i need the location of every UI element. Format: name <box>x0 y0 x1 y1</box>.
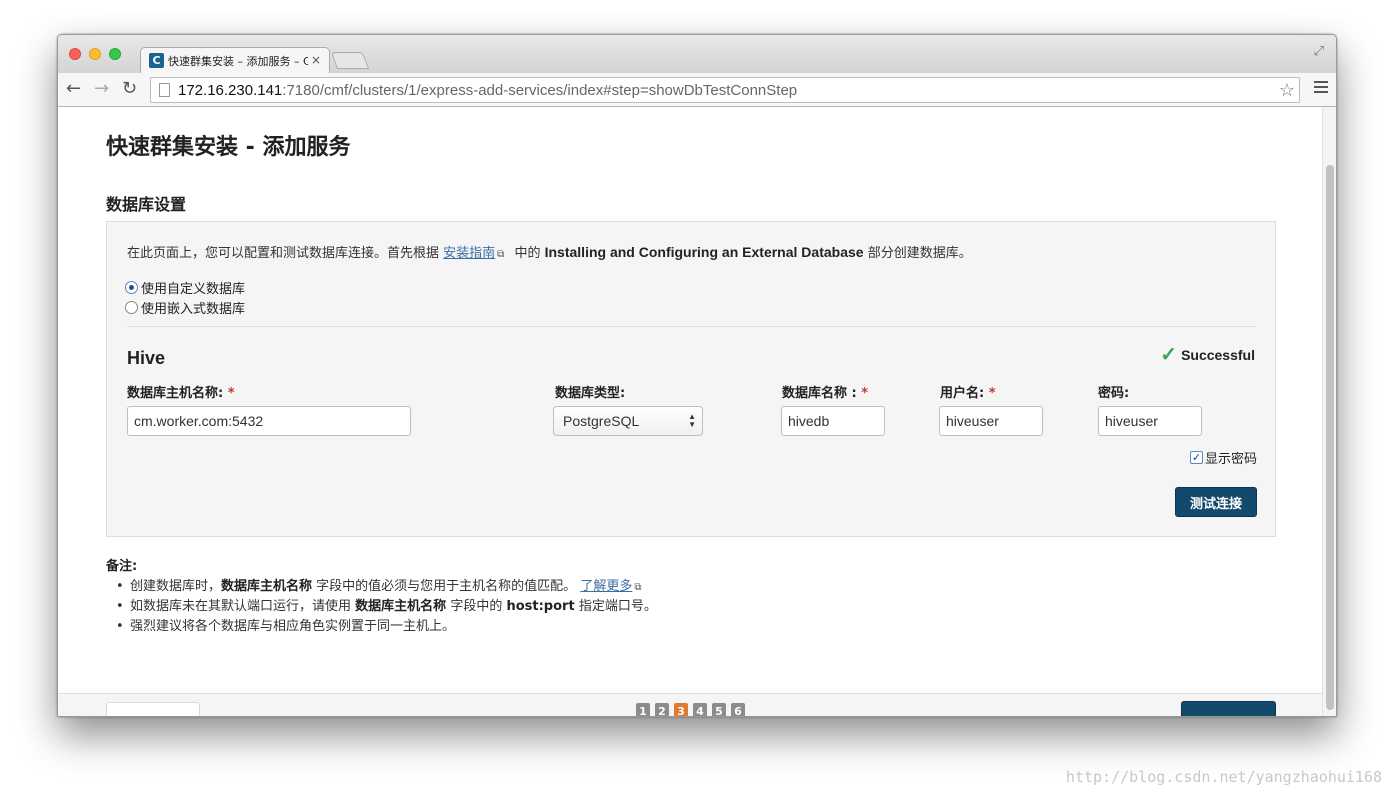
close-window-button[interactable] <box>69 48 81 60</box>
intro-text: 在此页面上，您可以配置和测试数据库连接。首先根据 安装指南 ⧉ 中的 Instal… <box>127 242 972 261</box>
checkmark-icon: ✓ <box>1160 344 1178 366</box>
browser-window: C 快速群集安装 – 添加服务 – C × ⤢ ← → ↻ 172.16.230… <box>57 34 1337 717</box>
step-4[interactable]: 4 <box>693 703 707 716</box>
intro-prefix: 在此页面上，您可以配置和测试数据库连接。首先根据 <box>127 246 440 261</box>
database-type-select[interactable]: PostgreSQL ▲ ▼ <box>553 406 703 436</box>
radio-custom-database[interactable]: 使用自定义数据库 <box>125 278 245 297</box>
show-password-toggle[interactable]: ✓ 显示密码 <box>1189 448 1257 467</box>
wizard-footer: ⏮ 返回 1 2 3 4 5 6 ⏭ 继续 <box>58 693 1324 718</box>
step-1[interactable]: 1 <box>636 703 650 716</box>
radio-embedded-database[interactable]: 使用嵌入式数据库 <box>125 298 245 317</box>
forward-arrow-icon[interactable]: → <box>94 79 109 99</box>
radio-custom-label: 使用自定义数据库 <box>141 282 246 297</box>
type-label: 数据库类型: <box>555 386 626 401</box>
database-name-input[interactable]: hivedb <box>781 406 885 436</box>
dbname-label: 数据库名称 : * <box>782 386 869 401</box>
scroll-thumb[interactable] <box>1326 165 1334 710</box>
skip-forward-icon: ⏭ <box>1204 717 1214 718</box>
database-settings-panel: 在此页面上，您可以配置和测试数据库连接。首先根据 安装指南 ⧉ 中的 Instal… <box>106 221 1276 537</box>
divider <box>127 326 1255 327</box>
back-arrow-icon[interactable]: ← <box>66 79 81 99</box>
section-title: 数据库设置 <box>106 195 187 214</box>
step-6[interactable]: 6 <box>731 703 745 716</box>
page-icon <box>159 83 170 97</box>
show-password-label: 显示密码 <box>1204 452 1257 467</box>
new-tab-button[interactable] <box>330 52 370 69</box>
step-indicator: 1 2 3 4 5 6 <box>636 703 750 716</box>
service-title: Hive <box>127 348 166 368</box>
database-type-value: PostgreSQL <box>563 413 640 429</box>
cloudera-favicon-icon: C <box>149 53 164 68</box>
fullscreen-icon[interactable]: ⤢ <box>1314 44 1324 59</box>
step-2[interactable]: 2 <box>655 703 669 716</box>
test-connection-button[interactable]: 测试连接 <box>1175 487 1257 517</box>
install-guide-link[interactable]: 安装指南 <box>443 246 495 261</box>
address-bar[interactable]: 172.16.230.141:7180/cmf/clusters/1/expre… <box>150 77 1300 103</box>
tab-close-icon[interactable]: × <box>311 53 321 67</box>
external-link-icon: ⧉ <box>497 249 505 260</box>
notes-list: 创建数据库时，数据库主机名称 字段中的值必须与您用于主机名称的值匹配。 了解更多… <box>116 577 657 637</box>
note-item: 创建数据库时，数据库主机名称 字段中的值必须与您用于主机名称的值匹配。 了解更多… <box>116 577 657 597</box>
back-label: 返回 <box>145 712 177 716</box>
external-link-icon: ⧉ <box>634 582 642 593</box>
host-label: 数据库主机名称: * <box>127 386 235 401</box>
radio-checked-icon[interactable] <box>125 281 138 294</box>
connection-status: ✓ Successful <box>1160 342 1255 367</box>
back-button[interactable]: ⏮ 返回 <box>106 702 200 716</box>
page-title: 快速群集安装 - 添加服务 <box>106 135 351 160</box>
radio-embedded-label: 使用嵌入式数据库 <box>141 302 246 317</box>
reload-icon[interactable]: ↻ <box>122 79 137 99</box>
url-path: :7180/cmf/clusters/1/express-add-service… <box>282 81 798 99</box>
scrollbar[interactable] <box>1322 107 1336 716</box>
browser-tab[interactable]: C 快速群集安装 – 添加服务 – C × <box>140 47 330 73</box>
page-content: 快速群集安装 - 添加服务 数据库设置 在此页面上，您可以配置和测试数据库连接。… <box>58 107 1324 718</box>
intro-suffix: 部分创建数据库。 <box>867 246 972 261</box>
select-arrows-icon: ▲ ▼ <box>688 412 696 429</box>
radio-unchecked-icon[interactable] <box>125 301 138 314</box>
intro-bold: Installing and Configuring an External D… <box>544 244 864 260</box>
password-label: 密码: <box>1098 386 1130 401</box>
tab-strip: C 快速群集安装 – 添加服务 – C × ⤢ <box>58 35 1336 73</box>
username-input[interactable]: hiveuser <box>939 406 1043 436</box>
watermark: http://blog.csdn.net/yangzhaohui168 <box>1065 768 1382 786</box>
intro-mid: 中的 <box>514 246 541 261</box>
step-3[interactable]: 3 <box>674 703 688 716</box>
notes-title: 备注: <box>106 559 138 574</box>
url-host: 172.16.230.141 <box>178 81 283 99</box>
status-text: Successful <box>1181 346 1255 363</box>
continue-button[interactable]: ⏭ 继续 <box>1181 701 1276 718</box>
step-5[interactable]: 5 <box>712 703 726 716</box>
continue-label: 继续 <box>1219 711 1253 716</box>
checkbox-checked-icon[interactable]: ✓ <box>1189 451 1203 464</box>
bookmark-star-icon[interactable]: ☆ <box>1279 80 1295 101</box>
note-item: 强烈建议将各个数据库与相应角色实例置于同一主机上。 <box>116 617 657 637</box>
note-item: 如数据库未在其默认端口运行，请使用 数据库主机名称 字段中的 host:port… <box>116 597 657 617</box>
learn-more-link[interactable]: 了解更多 <box>580 579 632 594</box>
tab-title: 快速群集安装 – 添加服务 – C <box>168 54 308 68</box>
menu-icon[interactable] <box>1314 81 1328 96</box>
password-input[interactable]: hiveuser <box>1098 406 1202 436</box>
user-label: 用户名: * <box>940 386 996 401</box>
zoom-window-button[interactable] <box>109 48 121 60</box>
minimize-window-button[interactable] <box>89 48 101 60</box>
browser-toolbar: ← → ↻ 172.16.230.141:7180/cmf/clusters/1… <box>58 73 1336 107</box>
host-input[interactable]: cm.worker.com:5432 <box>127 406 411 436</box>
